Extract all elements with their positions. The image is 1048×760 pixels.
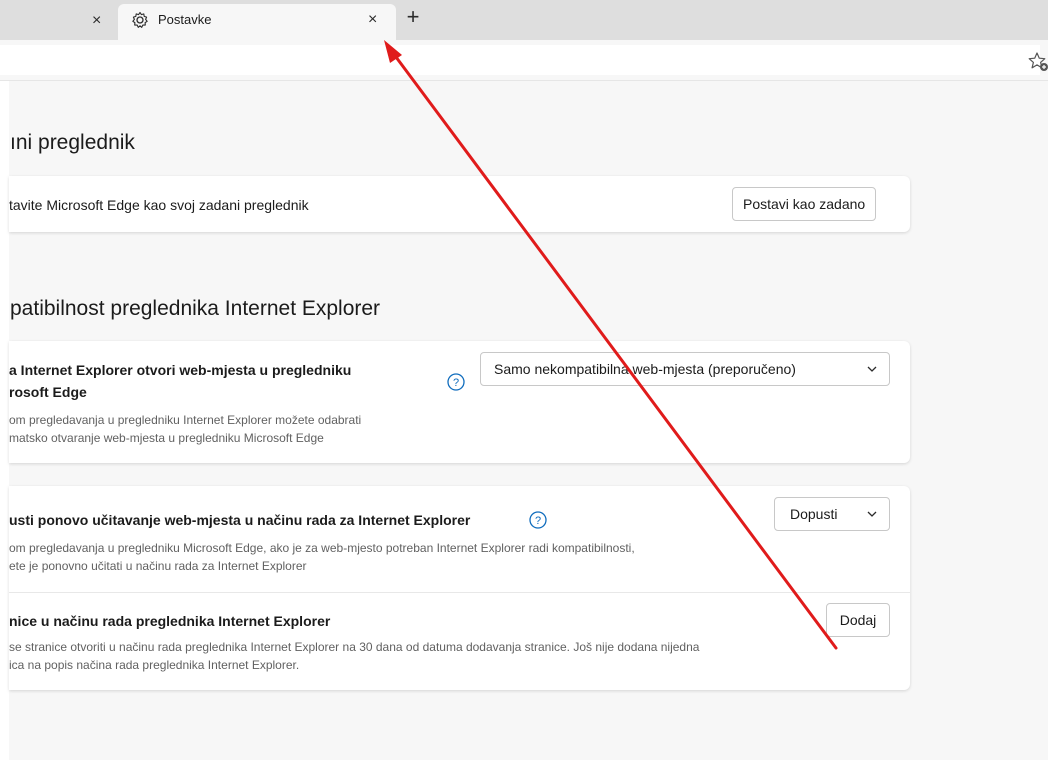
help-icon[interactable]: ? [447, 373, 465, 391]
ie-reload-select-value: Dopusti [790, 506, 838, 522]
divider [9, 592, 910, 593]
tab-title: Postavke [158, 12, 212, 27]
plus-icon: + [406, 4, 420, 29]
address-bar [0, 40, 1048, 81]
default-browser-heading: ıni preglednik [10, 131, 135, 154]
ie-pages-desc-line2: ica na popis načina rada preglednika Int… [9, 658, 300, 672]
chevron-down-icon [867, 511, 877, 517]
ie-open-sites-select-value: Samo nekompatibilna web-mjesta (preporuč… [494, 361, 796, 377]
ie-reload-desc-line2: ete je ponovno učitati u načinu rada za … [9, 559, 307, 573]
new-tab-button[interactable]: + [402, 6, 424, 30]
tab-previous[interactable]: × [0, 5, 118, 40]
ie-pages-title: nice u načinu rada preglednika Internet … [9, 613, 331, 629]
ie-open-sites-card: a Internet Explorer otvori web-mjesta u … [9, 341, 910, 463]
chevron-down-icon [867, 366, 877, 372]
close-icon[interactable]: × [92, 12, 101, 30]
tab-strip: × Postavke × + [0, 0, 1048, 40]
ie-open-sites-desc-line2: matsko otvaranje web-mjesta u preglednik… [9, 431, 324, 445]
ie-reload-card: usti ponovo učitavanje web-mjesta u nači… [9, 486, 910, 690]
ie-open-sites-title-line1: a Internet Explorer otvori web-mjesta u … [9, 362, 352, 378]
ie-pages-desc-line1: se stranice otvoriti u načinu rada pregl… [9, 640, 700, 654]
default-browser-label: tavite Microsoft Edge kao svoj zadani pr… [9, 197, 309, 213]
ie-reload-title: usti ponovo učitavanje web-mjesta u nači… [9, 512, 471, 528]
page-left-edge [0, 0, 9, 760]
default-browser-card: tavite Microsoft Edge kao svoj zadani pr… [9, 176, 910, 232]
ie-reload-desc-line1: om pregledavanja u pregledniku Microsoft… [9, 541, 635, 555]
ie-open-sites-select[interactable]: Samo nekompatibilna web-mjesta (preporuč… [480, 352, 890, 386]
close-icon[interactable]: × [368, 11, 377, 29]
add-page-button[interactable]: Dodaj [826, 603, 890, 637]
ie-compat-heading: patibilnost preglednika Internet Explore… [10, 297, 381, 320]
set-default-button[interactable]: Postavi kao zadano [732, 187, 877, 221]
ie-open-sites-title-line2: rosoft Edge [9, 384, 87, 400]
svg-text:?: ? [535, 515, 541, 527]
gear-icon [132, 11, 148, 28]
ie-reload-select[interactable]: Dopusti [774, 497, 890, 531]
help-icon[interactable]: ? [529, 511, 547, 529]
tab-settings[interactable]: Postavke × [118, 4, 396, 40]
svg-text:?: ? [453, 377, 459, 389]
address-input[interactable] [0, 45, 1040, 75]
favorite-icon[interactable] [1027, 51, 1048, 73]
ie-open-sites-desc-line1: om pregledavanja u pregledniku Internet … [9, 413, 362, 427]
